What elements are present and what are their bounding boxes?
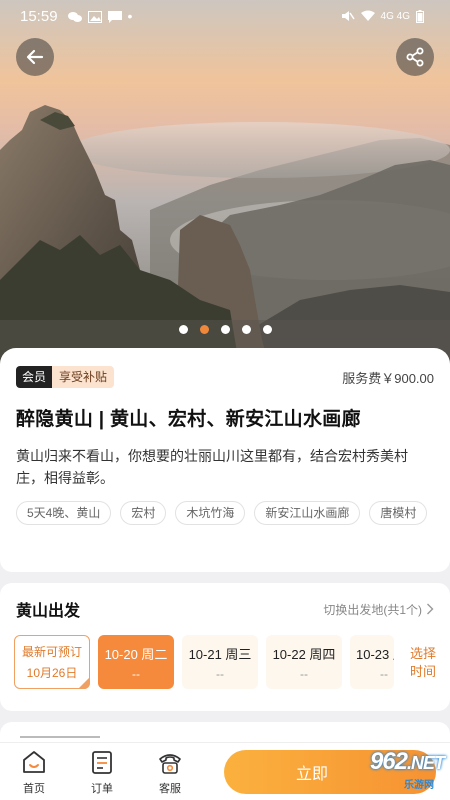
date-option[interactable]: 10-21 周三 -- bbox=[182, 635, 258, 689]
tab-home-label: 首页 bbox=[23, 782, 45, 795]
telephone-icon bbox=[159, 753, 181, 774]
subsidy-badge: 享受补贴 bbox=[52, 366, 115, 388]
date-label: 10-23 周 bbox=[356, 646, 394, 662]
carousel-dot[interactable] bbox=[178, 325, 188, 334]
product-info-card: 会员 享受补贴 服务费￥900.00 醉隐黄山 | 黄山、宏村、新安江山水画廊 … bbox=[0, 348, 450, 572]
share-icon bbox=[406, 47, 424, 67]
date-label: 10-22 周四 bbox=[272, 646, 336, 662]
date-price: -- bbox=[216, 666, 224, 681]
departure-title: 黄山出发 bbox=[16, 603, 81, 620]
mute-icon bbox=[341, 10, 355, 22]
home-icon bbox=[23, 750, 45, 773]
tag-item: 宏村 bbox=[120, 501, 167, 525]
mountain-scene-image bbox=[0, 0, 450, 370]
carousel-dot[interactable] bbox=[262, 325, 272, 334]
tab-service-label: 客服 bbox=[159, 782, 181, 795]
carousel-dot[interactable] bbox=[220, 325, 230, 334]
tab-orders[interactable]: 订单 bbox=[68, 748, 136, 796]
carousel-dot-active[interactable] bbox=[199, 325, 209, 334]
back-button[interactable] bbox=[16, 38, 54, 76]
member-badge: 会员 bbox=[16, 366, 53, 388]
status-time: 15:59 bbox=[20, 7, 58, 25]
tag-list: 5天4晚、黄山 宏村 木坑竹海 新安江山水画廊 唐模村 bbox=[16, 501, 434, 525]
tag-item: 新安江山水画廊 bbox=[254, 501, 361, 525]
earliest-date-option[interactable]: 最新可预订 10月26日 bbox=[14, 635, 90, 689]
more-dot-icon: • bbox=[127, 8, 133, 24]
watermark-logo: 962.NET bbox=[369, 748, 445, 775]
date-price: -- bbox=[300, 666, 308, 681]
product-description: 黄山归来不看山，你想要的壮丽山川这里都有，结合宏村秀美村庄，相得益彰。 bbox=[16, 448, 408, 486]
earliest-label: 最新可预订 bbox=[21, 645, 82, 659]
hero-image[interactable]: 15:59 • 4G 4G bbox=[0, 0, 450, 370]
tab-service[interactable]: 客服 bbox=[136, 748, 204, 796]
switch-departure-link[interactable]: 切换出发地(共1个) bbox=[323, 601, 434, 618]
message-icon bbox=[107, 10, 122, 23]
arrow-left-icon bbox=[26, 49, 44, 65]
product-title: 醉隐黄山 | 黄山、宏村、新安江山水画廊 bbox=[16, 409, 361, 430]
choose-time-button[interactable]: 选择时间 bbox=[408, 645, 438, 681]
status-bar: 15:59 • 4G 4G bbox=[0, 0, 450, 32]
switch-departure-label: 切换出发地(共1个) bbox=[323, 602, 422, 617]
date-label: 10-21 周三 bbox=[188, 646, 252, 662]
date-option[interactable]: 10-23 周 -- bbox=[350, 635, 394, 689]
tag-item: 木坑竹海 bbox=[175, 501, 246, 525]
tag-item: 唐模村 bbox=[369, 501, 428, 525]
date-price: -- bbox=[380, 666, 388, 681]
date-option[interactable]: 10-22 周四 -- bbox=[266, 635, 342, 689]
tag-item: 5天4晚、黄山 bbox=[16, 501, 112, 525]
earliest-date: 10月26日 bbox=[26, 666, 78, 680]
gallery-icon bbox=[87, 10, 102, 23]
tab-orders-label: 订单 bbox=[91, 782, 113, 795]
wechat-icon bbox=[67, 10, 82, 22]
network-label: 4G 4G bbox=[380, 10, 410, 22]
chevron-right-icon bbox=[427, 603, 434, 615]
tab-home[interactable]: 首页 bbox=[0, 748, 68, 796]
carousel-indicator[interactable] bbox=[0, 325, 450, 334]
share-button[interactable] bbox=[396, 38, 434, 76]
departure-card: 黄山出发 切换出发地(共1个) 最新可预订 10月26日 10-20 周二 --… bbox=[0, 583, 450, 711]
orders-icon bbox=[92, 750, 112, 774]
battery-icon bbox=[416, 10, 430, 23]
date-selector: 最新可预订 10月26日 10-20 周二 -- 10-21 周三 -- 10-… bbox=[14, 635, 394, 689]
site-watermark: 962.NET 乐游网 bbox=[369, 748, 445, 791]
check-corner-icon bbox=[78, 677, 90, 689]
service-fee: 服务费￥900.00 bbox=[342, 370, 434, 386]
date-label: 10-20 周二 bbox=[104, 646, 168, 662]
date-option-selected[interactable]: 10-20 周二 -- bbox=[98, 635, 174, 689]
watermark-site-name: 乐游网 bbox=[404, 780, 434, 791]
carousel-dot[interactable] bbox=[241, 325, 251, 334]
wifi-icon bbox=[360, 10, 375, 22]
date-price: -- bbox=[132, 666, 140, 681]
